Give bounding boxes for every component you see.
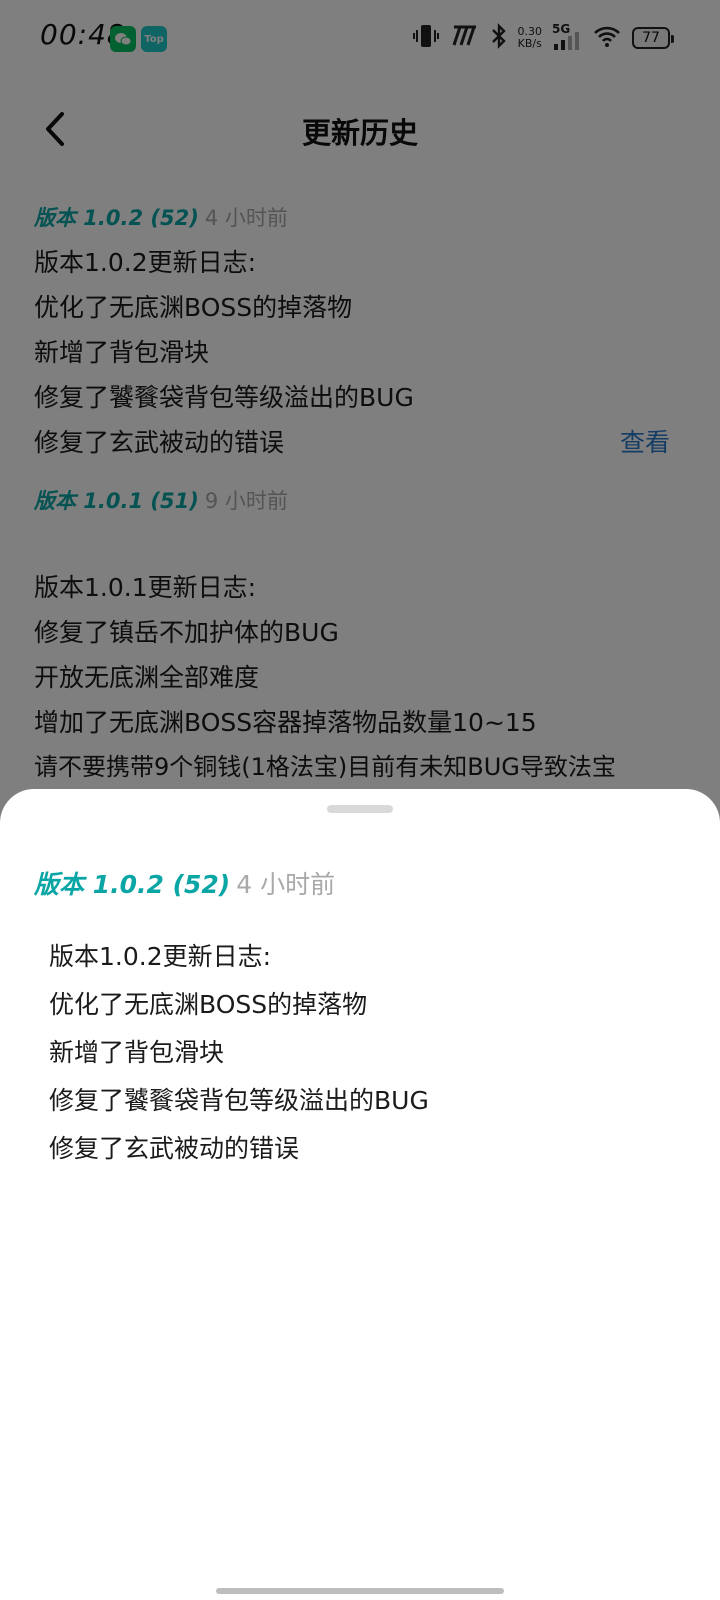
sheet-version-label: 版本 1.0.2 (52) <box>34 870 231 899</box>
home-indicator[interactable] <box>216 1588 504 1594</box>
log-line: 优化了无底渊BOSS的掉落物 <box>49 990 368 1019</box>
drag-handle[interactable] <box>327 805 393 813</box>
log-line: 修复了饕餮袋背包等级溢出的BUG <box>49 1086 429 1115</box>
log-line: 版本1.0.2更新日志: <box>49 942 272 971</box>
sheet-version-heading: 版本 1.0.2 (52) 4 小时前 <box>34 865 335 901</box>
sheet-changelog: 版本1.0.2更新日志: 优化了无底渊BOSS的掉落物 新增了背包滑块 修复了饕… <box>49 933 429 1173</box>
update-history-page: 00:48 Top 0.30 KB/s 5G <box>0 0 720 1600</box>
version-detail-sheet: 版本 1.0.2 (52) 4 小时前 版本1.0.2更新日志: 优化了无底渊BO… <box>0 789 720 1600</box>
log-line: 新增了背包滑块 <box>49 1038 225 1067</box>
log-line: 修复了玄武被动的错误 <box>49 1134 300 1163</box>
sheet-time-ago: 4 小时前 <box>236 870 336 899</box>
